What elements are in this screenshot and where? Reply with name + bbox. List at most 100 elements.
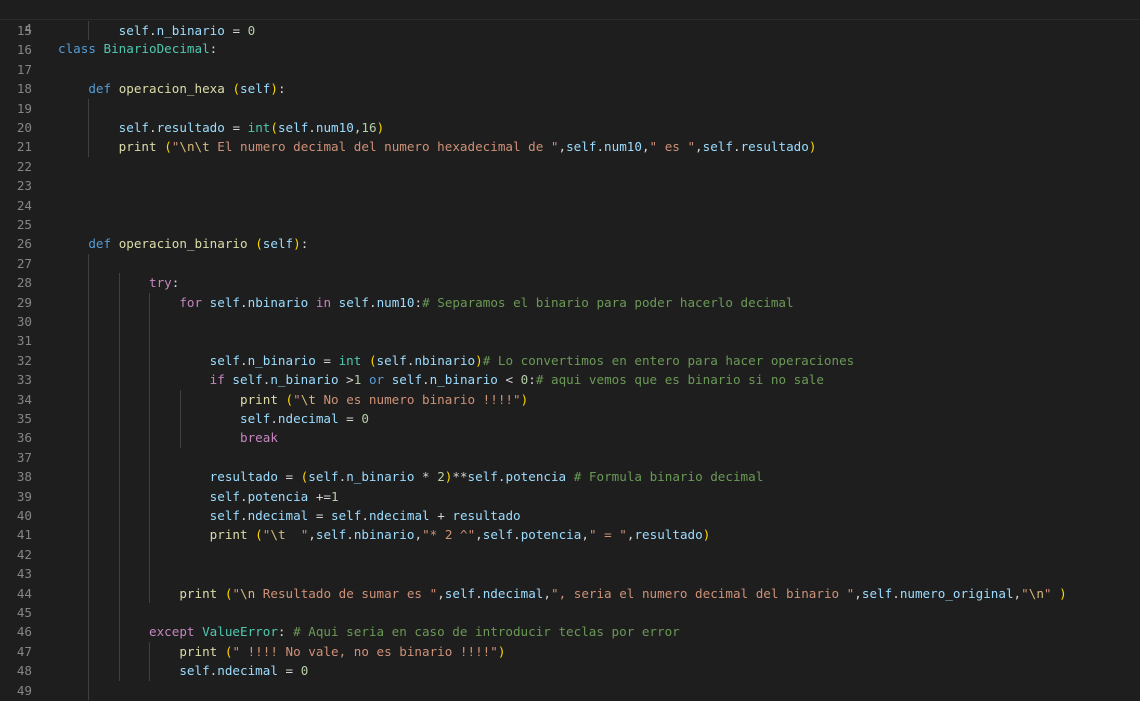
code-line[interactable]: 37 xyxy=(0,448,1140,467)
operator-token: : xyxy=(209,40,218,56)
variable-token: self xyxy=(482,527,514,543)
line-number: 31 xyxy=(16,333,32,349)
variable-token: self xyxy=(315,527,347,543)
line-code: self.ndecimal = 0 xyxy=(58,409,369,428)
code-line[interactable]: 22 xyxy=(0,157,1140,176)
code-line[interactable]: 18 def operacion_hexa (self): xyxy=(0,79,1140,98)
variable-token: resultado xyxy=(634,527,703,543)
operator-token: , xyxy=(695,139,703,155)
variable-token: potencia xyxy=(247,488,309,504)
code-line[interactable]: 36 break xyxy=(0,428,1140,447)
code-line[interactable]: 28 try: xyxy=(0,273,1140,292)
operator-token: , xyxy=(308,527,316,543)
operator-token: = xyxy=(277,469,301,485)
code-line[interactable]: 42 xyxy=(0,545,1140,564)
variable-token: self xyxy=(702,139,733,155)
escape-token: \t xyxy=(300,391,316,407)
operator-token: : xyxy=(277,81,286,97)
variable-token: nbinario xyxy=(247,294,309,310)
operator-token: , xyxy=(437,585,445,601)
code-line[interactable]: 23 xyxy=(0,176,1140,195)
code-line[interactable]: 15 self.n_binario = 0 xyxy=(0,21,1140,40)
variable-token: self xyxy=(338,294,369,310)
operator-token xyxy=(58,295,179,310)
code-line[interactable]: 20 self.resultado = int(self.num10,16) xyxy=(0,118,1140,137)
line-number: 45 xyxy=(16,605,32,620)
bracket-token: ) xyxy=(702,527,711,543)
code-line[interactable]: 44 print ("\n Resultado de sumar es ",se… xyxy=(0,584,1140,603)
code-line[interactable]: 48 self.ndecimal = 0 xyxy=(0,661,1140,680)
sticky-scroll-header[interactable]: 4 class BinarioDecimal: xyxy=(0,0,1140,56)
function-token: operacion_binario xyxy=(118,236,248,252)
string-token: " xyxy=(232,585,241,601)
code-editor[interactable]: 4 class BinarioDecimal: 15 self.n_binari… xyxy=(0,0,1140,701)
code-line[interactable]: 41 print ("\t ",self.nbinario,"* 2 ^",se… xyxy=(0,525,1140,544)
line-number: 23 xyxy=(16,178,32,194)
operator-token: = xyxy=(224,23,248,38)
variable-token: num10 xyxy=(604,139,642,155)
code-line[interactable]: 47 print (" !!!! No vale, no es binario … xyxy=(0,642,1140,661)
string-token: Resultado de sumar es " xyxy=(255,585,438,601)
code-line[interactable]: 24 xyxy=(0,196,1140,215)
operator-token: : xyxy=(414,294,423,310)
operator-token xyxy=(58,644,179,659)
code-line[interactable]: 34 print ("\t No es numero binario !!!!"… xyxy=(0,390,1140,409)
string-token: "* 2 ^" xyxy=(422,527,476,543)
code-line[interactable]: 32 self.n_binario = int (self.nbinario)#… xyxy=(0,351,1140,370)
bracket-token: ( xyxy=(255,236,263,252)
code-line[interactable]: 49 xyxy=(0,681,1140,700)
code-line[interactable]: 35 self.ndecimal = 0 xyxy=(0,409,1140,428)
code-line[interactable]: 43 xyxy=(0,564,1140,583)
operator-token: . xyxy=(240,508,248,523)
line-number: 4 xyxy=(24,21,32,37)
operator-token: : xyxy=(300,236,309,252)
operator-token: . xyxy=(732,139,741,155)
number-token: 0 xyxy=(247,23,256,38)
control-keyword-token: if xyxy=(209,372,233,388)
code-line[interactable]: 38 resultado = (self.n_binario * 2)**sel… xyxy=(0,467,1140,486)
code-line[interactable]: 31 xyxy=(0,331,1140,350)
code-line[interactable]: 29 for self.nbinario in self.num10:# Sep… xyxy=(0,293,1140,312)
escape-token: \n\t xyxy=(179,139,210,155)
code-line[interactable]: 46 except ValueError: # Aqui seria en ca… xyxy=(0,622,1140,641)
code-line[interactable]: 21 print ("\n\t El numero decimal del nu… xyxy=(0,137,1140,156)
line-number: 21 xyxy=(16,139,32,155)
operator-token: , xyxy=(1013,585,1022,601)
string-token: " = " xyxy=(588,527,627,543)
variable-token: self xyxy=(331,508,362,523)
code-line[interactable]: 33 if self.n_binario >1 or self.n_binari… xyxy=(0,370,1140,389)
code-line[interactable]: 19 xyxy=(0,99,1140,118)
variable-token: self xyxy=(118,23,150,38)
operator-token xyxy=(58,392,240,407)
operator-token: + xyxy=(429,508,453,523)
keyword-token: or xyxy=(361,372,392,388)
code-line[interactable]: 39 self.potencia +=1 xyxy=(0,487,1140,506)
bracket-token: ) xyxy=(1059,585,1067,601)
operator-token xyxy=(58,489,210,504)
variable-token: self xyxy=(179,663,210,679)
bracket-token: ) xyxy=(270,81,278,97)
operator-token: . xyxy=(240,294,248,310)
code-line[interactable]: 26 def operacion_binario (self): xyxy=(0,234,1140,253)
line-number: 32 xyxy=(16,352,32,368)
code-line[interactable]: 25 xyxy=(0,215,1140,234)
variable-token: ndecimal xyxy=(277,411,339,426)
code-line[interactable]: 27 xyxy=(0,254,1140,273)
variable-token: ndecimal xyxy=(482,585,544,601)
bracket-token: ) xyxy=(520,391,529,407)
control-keyword-token: except xyxy=(149,624,203,640)
variable-token: self xyxy=(308,469,339,485)
code-line[interactable]: 17 xyxy=(0,60,1140,79)
number-token: 0 xyxy=(361,411,369,426)
code-line[interactable]: 30 xyxy=(0,312,1140,331)
line-number: 44 xyxy=(16,585,32,601)
code-line[interactable]: 45 xyxy=(0,603,1140,622)
operator-token: * xyxy=(414,469,438,485)
operator-token: , xyxy=(414,527,423,543)
variable-token: resultado xyxy=(740,139,809,155)
operator-token: : xyxy=(528,372,536,388)
code-line[interactable]: 40 self.ndecimal = self.ndecimal + resul… xyxy=(0,506,1140,525)
line-number: 39 xyxy=(16,488,32,504)
variable-token: ndecimal xyxy=(247,508,309,523)
operator-token: = xyxy=(224,120,248,135)
